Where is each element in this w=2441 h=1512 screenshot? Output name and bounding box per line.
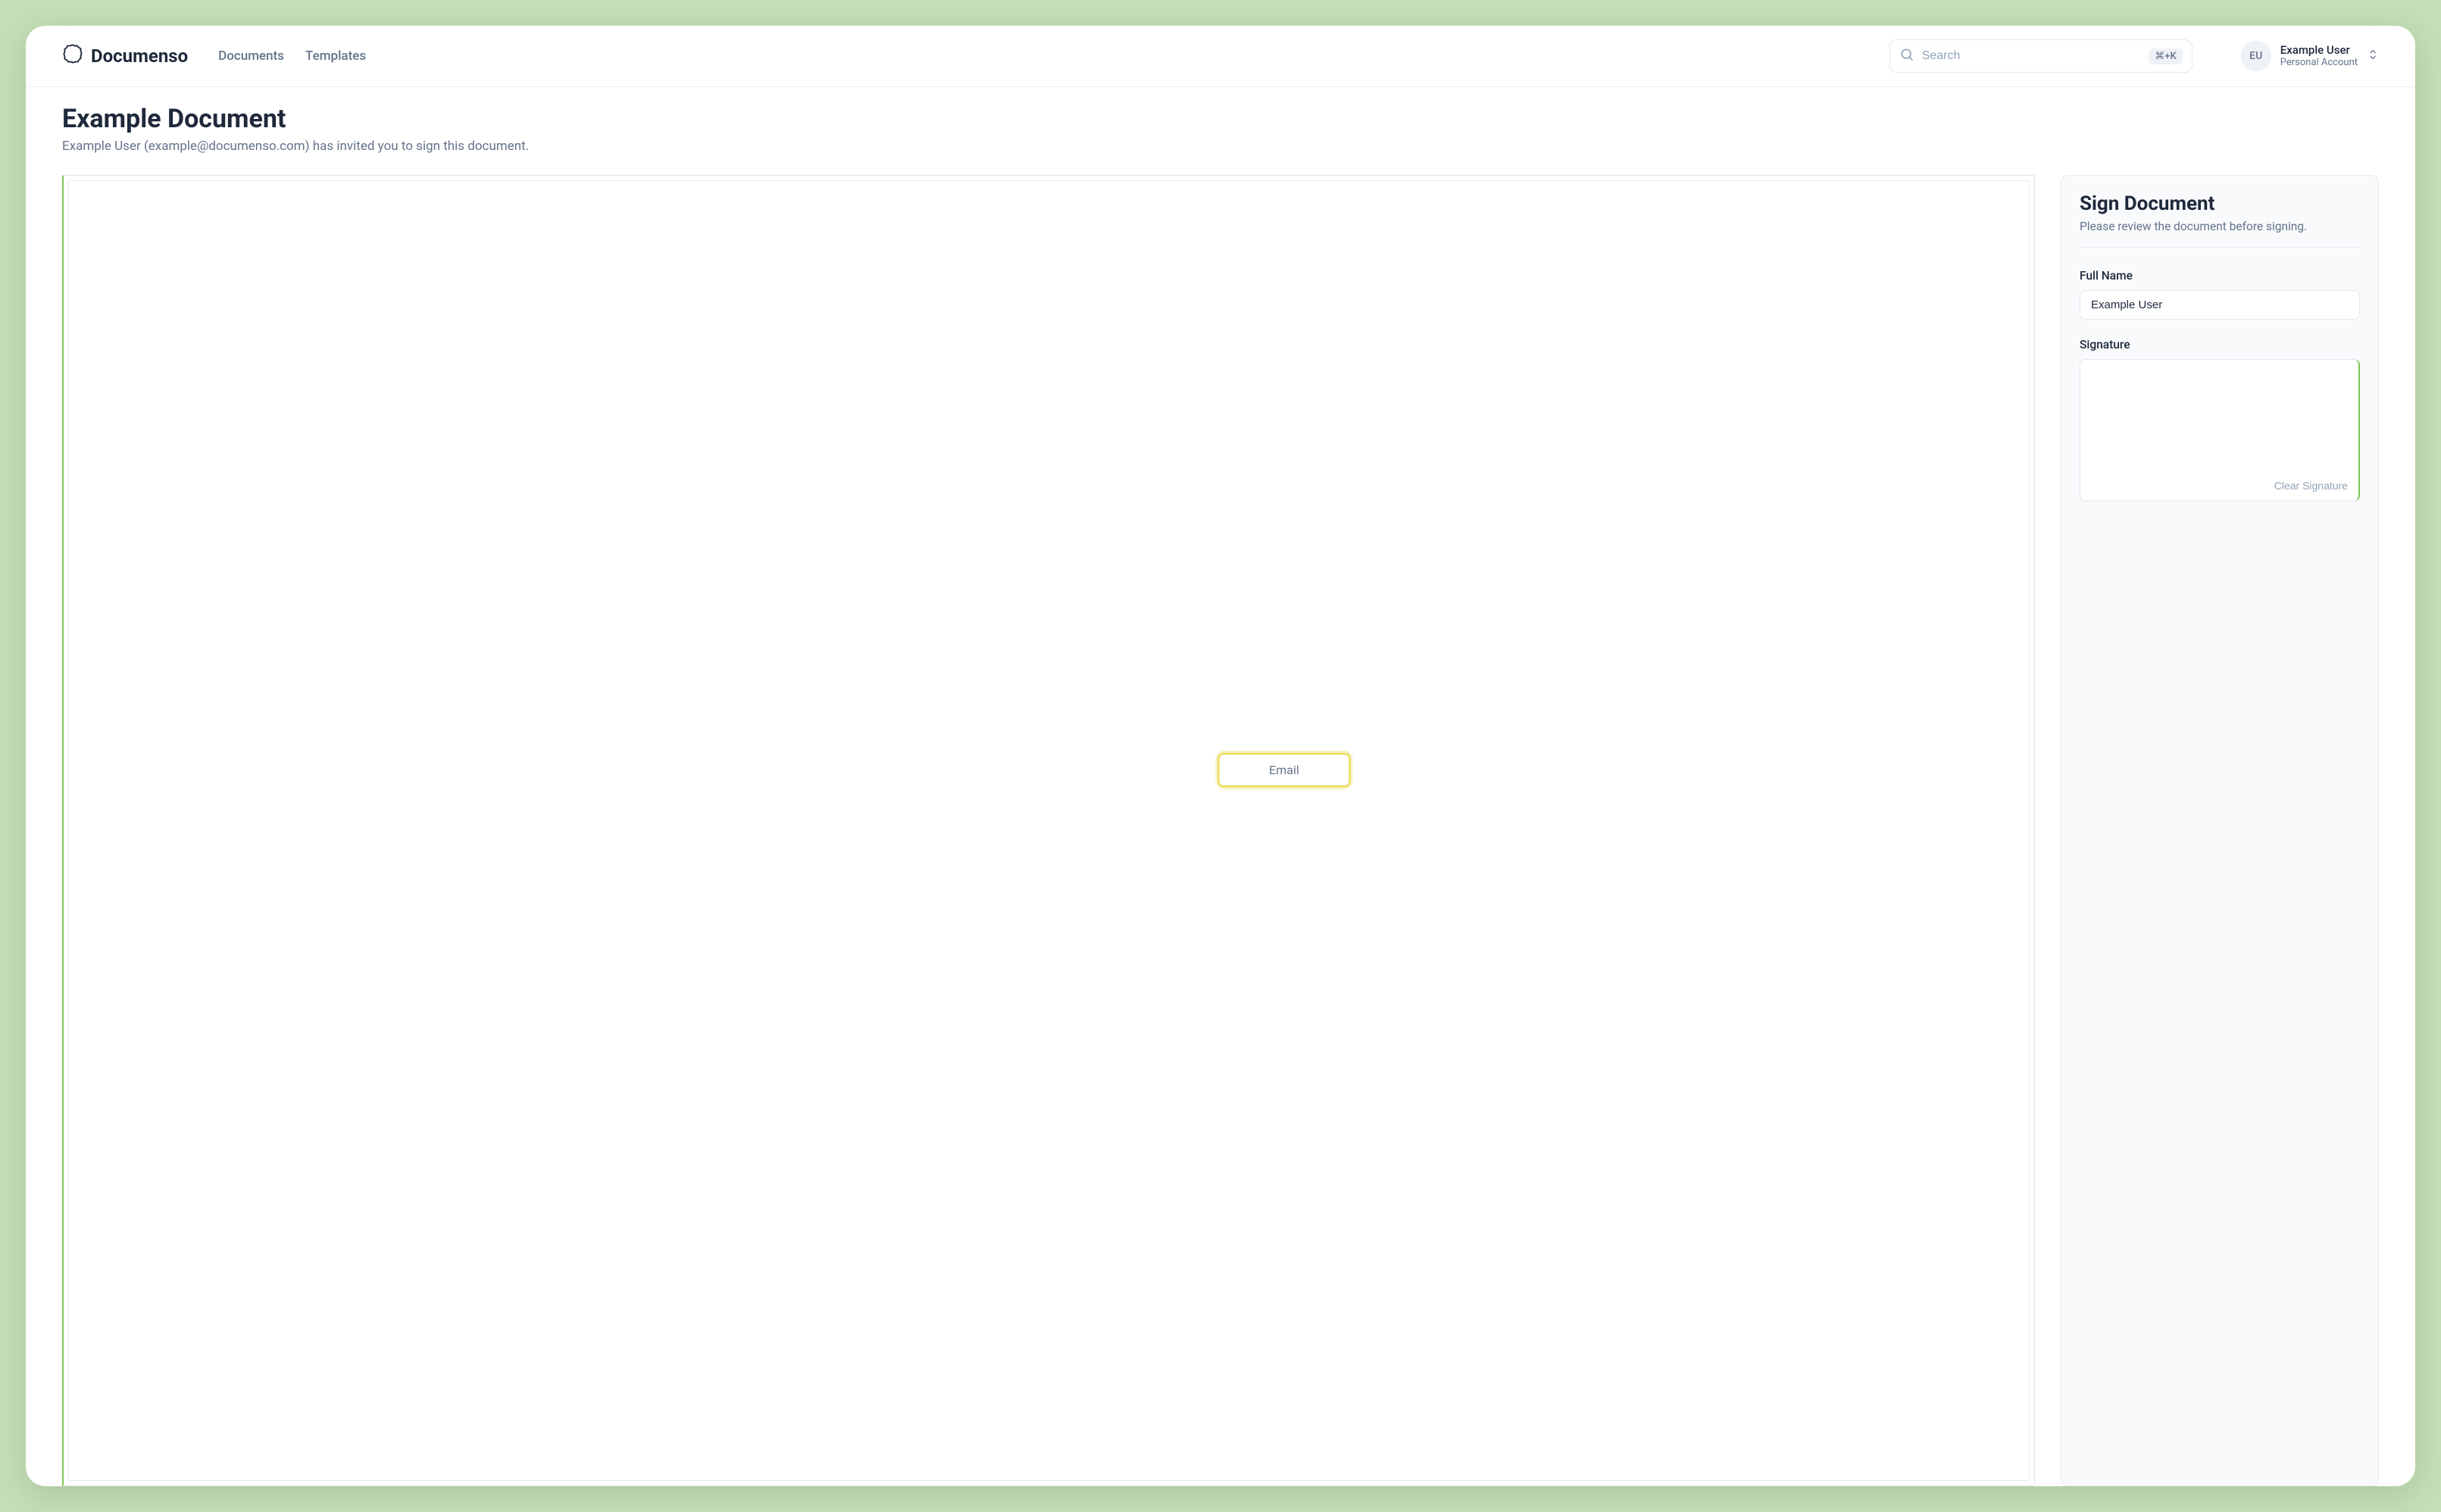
search-shortcut: ⌘+K xyxy=(2149,48,2182,64)
document-viewer[interactable]: Email xyxy=(62,175,2035,1486)
page-title: Example Document xyxy=(62,104,2379,134)
top-bar: Documenso Documents Templates ⌘+K EU Exa… xyxy=(26,26,2415,87)
chevron-up-down-icon xyxy=(2367,48,2379,64)
search-input[interactable] xyxy=(1922,49,2142,63)
sign-panel: Sign Document Please review the document… xyxy=(2061,175,2379,1486)
nav-documents[interactable]: Documents xyxy=(218,48,284,64)
search-bar[interactable]: ⌘+K xyxy=(1889,39,2193,73)
account-name: Example User xyxy=(2280,43,2358,58)
page-subtitle: Example User (example@documenso.com) has… xyxy=(62,139,2379,154)
panel-divider xyxy=(2080,247,2360,248)
signature-label: Signature xyxy=(2080,338,2360,351)
main-nav: Documents Templates xyxy=(218,48,366,64)
full-name-input[interactable] xyxy=(2080,290,2360,320)
brand-name: Documenso xyxy=(91,45,188,67)
content-row: Email Sign Document Please review the do… xyxy=(62,175,2379,1486)
account-menu[interactable]: EU Example User Personal Account xyxy=(2241,41,2379,71)
brand-icon xyxy=(62,43,83,69)
page-content: Example Document Example User (example@d… xyxy=(26,87,2415,1486)
clear-signature-button[interactable]: Clear Signature xyxy=(2274,480,2348,492)
panel-subtitle: Please review the document before signin… xyxy=(2080,220,2360,233)
avatar: EU xyxy=(2241,41,2271,71)
app-window: Documenso Documents Templates ⌘+K EU Exa… xyxy=(26,26,2415,1486)
signing-field-email[interactable]: Email xyxy=(1217,753,1350,787)
account-subtitle: Personal Account xyxy=(2280,57,2358,69)
nav-templates[interactable]: Templates xyxy=(305,48,366,64)
full-name-group: Full Name xyxy=(2080,269,2360,320)
document-page: Email xyxy=(68,180,2030,1481)
signature-group: Signature Clear Signature xyxy=(2080,338,2360,501)
search-wrap: ⌘+K xyxy=(1889,39,2193,73)
signature-pad[interactable]: Clear Signature xyxy=(2080,359,2360,501)
brand-logo[interactable]: Documenso xyxy=(62,43,188,69)
signing-field-label: Email xyxy=(1269,763,1299,777)
panel-title: Sign Document xyxy=(2080,192,2360,215)
full-name-label: Full Name xyxy=(2080,269,2360,283)
search-icon xyxy=(1899,47,1914,65)
account-text: Example User Personal Account xyxy=(2280,43,2358,70)
